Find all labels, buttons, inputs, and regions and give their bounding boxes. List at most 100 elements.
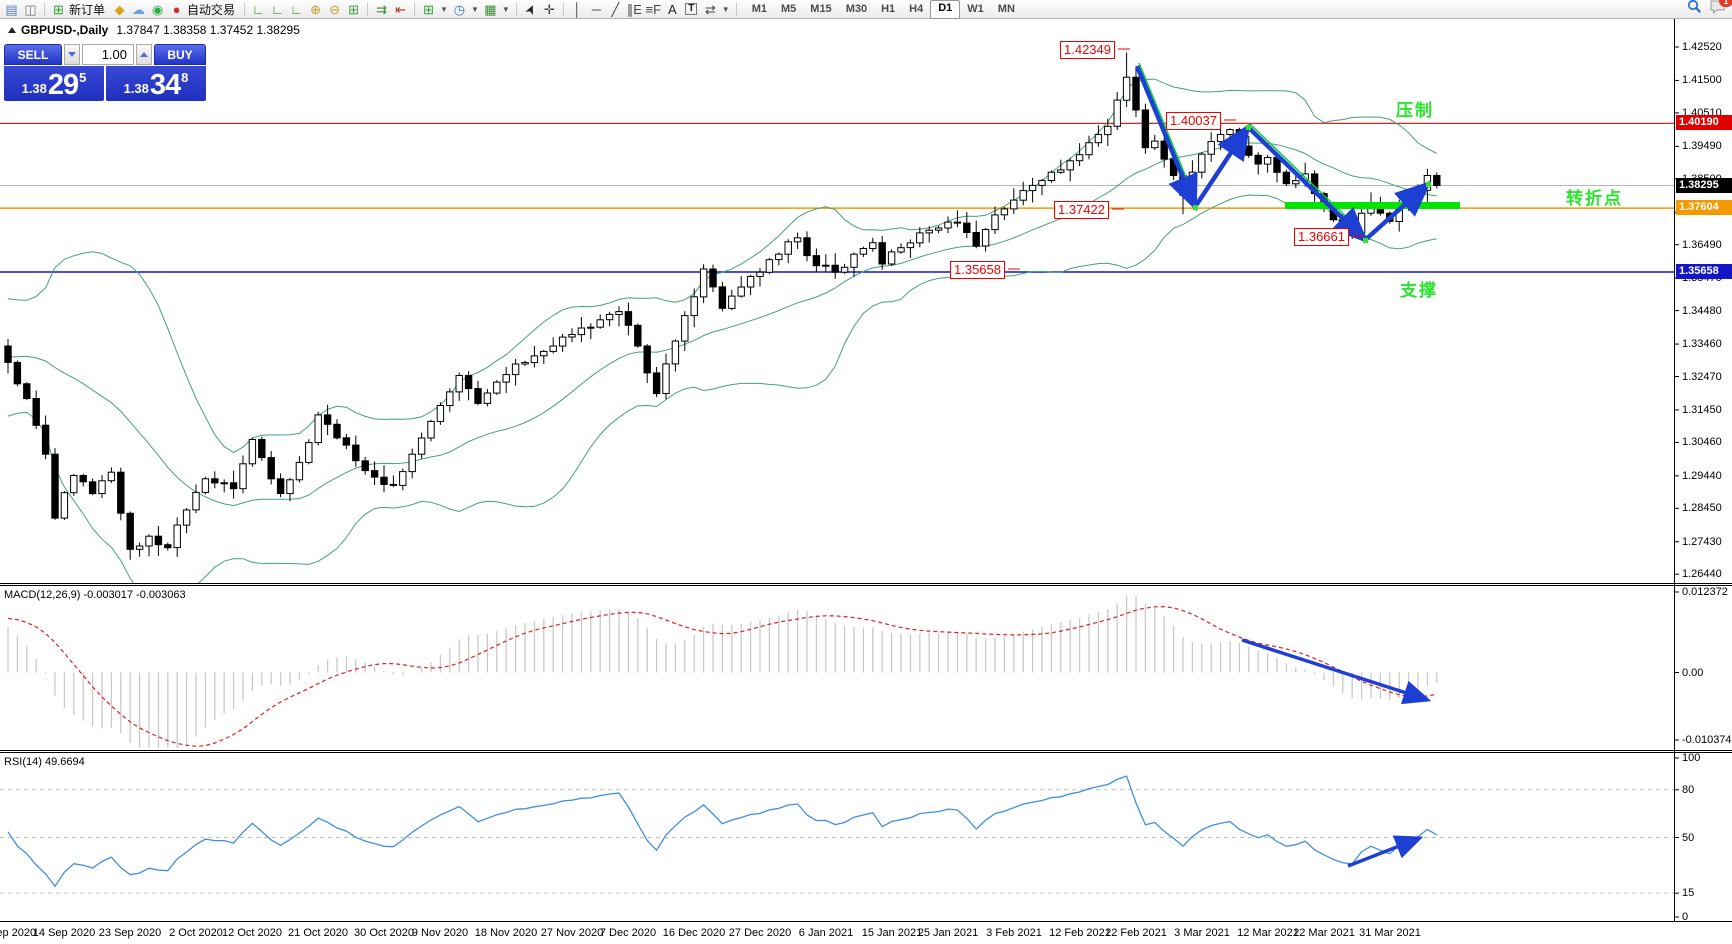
text-icon[interactable]: A xyxy=(663,1,682,18)
radio-icon[interactable]: ◉ xyxy=(148,1,167,18)
main-toolbar: ▤◫⊞新订单◆☁◉●自动交易∟∟∟⊕⊖⊞⇉⇤⊞▼◷▼▦▼➤✛│─╱∥E≡FAT⇄… xyxy=(0,0,1732,19)
candle-chart-icon[interactable]: ∟ xyxy=(268,1,287,18)
macd-tick: -0.010374 xyxy=(1682,734,1732,746)
rsi-tick: 50 xyxy=(1682,832,1694,844)
date-tick: 3 Feb 2021 xyxy=(986,927,1042,939)
timeframe-H1[interactable]: H1 xyxy=(874,1,902,18)
date-tick: 30 Oct 2020 xyxy=(354,927,414,939)
zoom-in-icon[interactable]: ⊕ xyxy=(306,1,325,18)
rsi-tick: 0 xyxy=(1682,911,1688,923)
line-chart-icon[interactable]: ∟ xyxy=(287,1,306,18)
buy-price-panel[interactable]: 1.38 34 8 xyxy=(106,66,206,101)
macd-label: MACD(12,26,9) -0.003017 -0.003063 xyxy=(4,589,186,601)
timeframe-M15[interactable]: M15 xyxy=(803,1,838,18)
volume-decrease-button[interactable] xyxy=(64,44,80,65)
rsi-tick: 15 xyxy=(1682,887,1694,899)
cursor-icon[interactable]: ➤ xyxy=(521,1,540,18)
date-tick: 21 Oct 2020 xyxy=(288,927,348,939)
trendline-icon[interactable]: ╱ xyxy=(606,1,625,18)
price-annotation-box[interactable]: 1.42349 xyxy=(1060,41,1115,59)
timeframe-M5[interactable]: M5 xyxy=(774,1,803,18)
rsi-tick: 80 xyxy=(1682,784,1694,796)
price-badge-support: 1.35658 xyxy=(1676,264,1732,279)
styler-icon[interactable]: ◆ xyxy=(110,1,129,18)
price-tick: 1.32470 xyxy=(1682,371,1722,383)
rsi-label: RSI(14) 49.6694 xyxy=(4,756,85,768)
publish-icon[interactable]: ☁ xyxy=(129,1,148,18)
dropdown-caret-icon[interactable]: ▼ xyxy=(471,5,479,14)
chart-canvas[interactable] xyxy=(0,0,1732,944)
bar-chart-icon[interactable]: ∟ xyxy=(249,1,268,18)
channel-icon[interactable]: ∥E xyxy=(625,1,644,18)
price-badge-current: 1.38295 xyxy=(1676,178,1732,193)
autotrade-icon[interactable]: ● xyxy=(167,1,186,18)
search-icon[interactable] xyxy=(1687,0,1702,19)
timeframe-M30[interactable]: M30 xyxy=(839,1,874,18)
period-icon[interactable]: ◷ xyxy=(450,1,469,18)
one-click-trading: SELL 1.00 BUY 1.38 29 5 1.38 34 8 xyxy=(4,44,206,101)
template-icon[interactable]: ▦ xyxy=(481,1,500,18)
macd-tick: 0.00 xyxy=(1682,667,1703,679)
arrows-icon[interactable]: ⇄ xyxy=(701,1,720,18)
volume-input[interactable]: 1.00 xyxy=(82,44,134,65)
price-annotation-box[interactable]: 1.36661 xyxy=(1294,228,1349,246)
new-order-icon[interactable]: ⊞ xyxy=(49,1,68,18)
collapse-arrow-icon[interactable] xyxy=(8,27,16,33)
sell-button[interactable]: SELL xyxy=(4,44,62,65)
date-tick: 22 Mar 2021 xyxy=(1293,927,1355,939)
price-annotation-box[interactable]: 1.40037 xyxy=(1166,112,1221,130)
date-tick: 22 Feb 2021 xyxy=(1105,927,1167,939)
timeframe-W1[interactable]: W1 xyxy=(960,1,991,18)
pivot-label: 转折点 xyxy=(1566,184,1623,209)
zoom-out-icon[interactable]: ⊖ xyxy=(325,1,344,18)
support-label: 支撑 xyxy=(1400,276,1438,301)
date-tick: 4 Sep 2020 xyxy=(0,927,36,939)
timeframe-MN[interactable]: MN xyxy=(991,1,1022,18)
dropdown-caret-icon[interactable]: ▼ xyxy=(722,5,730,14)
tile-windows-icon[interactable]: ⊞ xyxy=(344,1,363,18)
sell-price-panel[interactable]: 1.38 29 5 xyxy=(4,66,104,101)
date-tick: 14 Sep 2020 xyxy=(33,927,95,939)
date-tick: 6 Jan 2021 xyxy=(799,927,853,939)
timeframe-D1[interactable]: D1 xyxy=(930,0,960,19)
date-tick: 18 Nov 2020 xyxy=(475,927,537,939)
mt4-window: 1.425201.415001.405101.394901.385001.374… xyxy=(0,0,1732,944)
price-annotation-box[interactable]: 1.37422 xyxy=(1054,201,1109,219)
autotrade-icon-label[interactable]: 自动交易 xyxy=(187,1,235,18)
hline-icon[interactable]: ─ xyxy=(587,1,606,18)
date-tick: 23 Sep 2020 xyxy=(99,927,161,939)
new-order-icon-label[interactable]: 新订单 xyxy=(69,1,105,18)
new-chart-icon[interactable]: ⊞ xyxy=(419,1,438,18)
vline-icon[interactable]: │ xyxy=(568,1,587,18)
spinner-down-icon xyxy=(68,52,76,57)
date-tick: 12 Mar 2021 xyxy=(1237,927,1299,939)
dropdown-caret-icon[interactable]: ▼ xyxy=(502,5,510,14)
toolbar-separator xyxy=(516,3,517,16)
volume-increase-button[interactable] xyxy=(136,44,152,65)
price-annotation-box[interactable]: 1.35658 xyxy=(950,261,1005,279)
rsi-tick: 100 xyxy=(1682,752,1700,764)
toolbar-separator xyxy=(367,3,368,16)
date-tick: 2 Oct 2020 xyxy=(169,927,223,939)
chart-shift-icon[interactable]: ⇤ xyxy=(391,1,410,18)
sell-price-prefix: 1.38 xyxy=(22,81,47,96)
text-label-icon[interactable]: T xyxy=(682,1,701,18)
timeframe-M1[interactable]: M1 xyxy=(745,1,774,18)
symbol-name: GBPUSD-,Daily xyxy=(21,23,108,37)
crosshair-icon[interactable]: ✛ xyxy=(540,1,559,18)
chat-icon[interactable]: 1 xyxy=(1710,0,1726,19)
price-tick: 1.41500 xyxy=(1682,74,1722,86)
spinner-up-icon xyxy=(140,52,148,57)
window-icon[interactable]: ▤ xyxy=(2,1,21,18)
chart-preview-icon[interactable]: ◫ xyxy=(21,1,40,18)
auto-scroll-icon[interactable]: ⇉ xyxy=(372,1,391,18)
sell-price-big: 29 xyxy=(48,72,78,99)
timeframe-H4[interactable]: H4 xyxy=(902,1,930,18)
buy-button[interactable]: BUY xyxy=(154,44,206,65)
price-tick: 1.29440 xyxy=(1682,470,1722,482)
fibo-icon[interactable]: ≡F xyxy=(644,1,663,18)
macd-tick: 0.012372 xyxy=(1682,586,1728,598)
dropdown-caret-icon[interactable]: ▼ xyxy=(440,5,448,14)
price-tick: 1.30460 xyxy=(1682,436,1722,448)
timeframe-bar: M1M5M15M30H1H4D1W1MN xyxy=(745,0,1022,19)
